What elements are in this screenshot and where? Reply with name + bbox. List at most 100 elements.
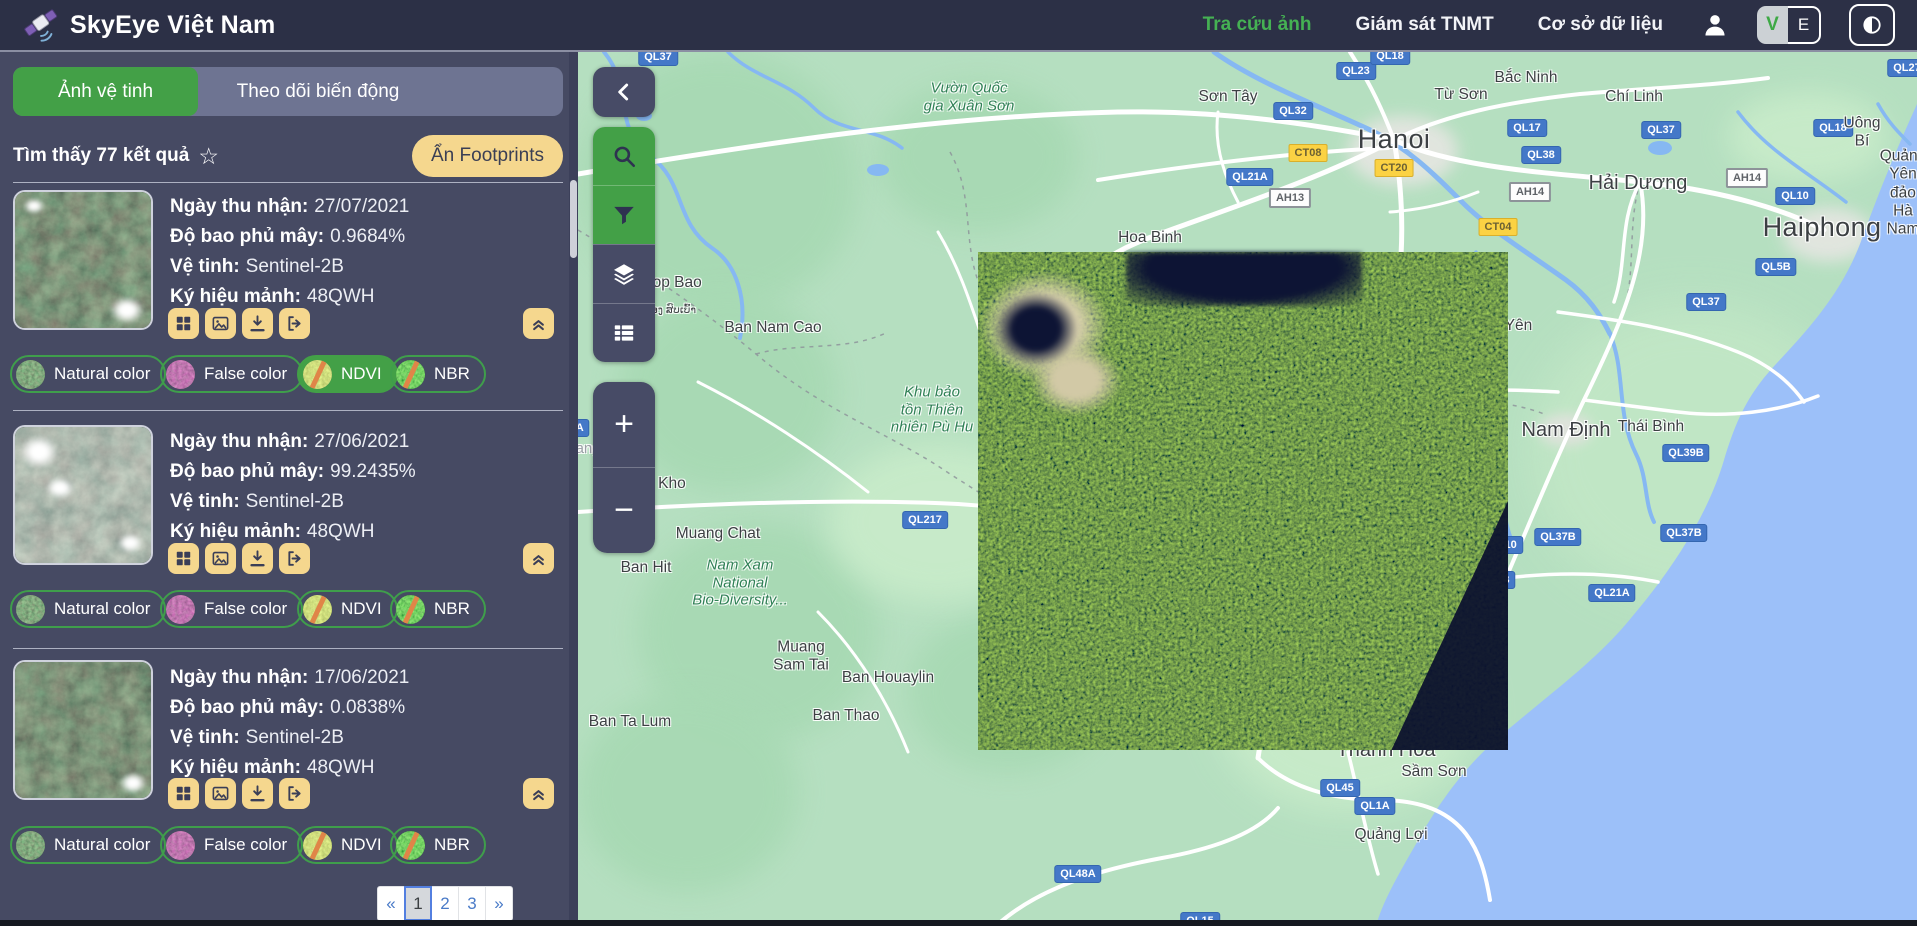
road-badge: QL45 (1320, 779, 1360, 797)
scene-thumbnail[interactable] (13, 660, 153, 800)
scene-thumbnail[interactable] (13, 190, 153, 330)
band-chip-false-color[interactable]: False color (160, 826, 303, 864)
band-preview-thumbnail (303, 831, 332, 860)
language-toggle[interactable]: V E (1757, 6, 1821, 44)
field-label: Ngày thu nhận: (170, 431, 308, 452)
road-badge: QL48A (1054, 865, 1101, 883)
field-label: Vệ tinh: (170, 256, 240, 277)
page-button-1[interactable]: 1 (404, 886, 432, 921)
band-chip-false-color[interactable]: False color (160, 590, 303, 628)
download-button[interactable] (242, 543, 273, 574)
road-badge: QL38 (1521, 146, 1561, 164)
image-button[interactable] (205, 308, 236, 339)
map-label: Hải Dương (1589, 172, 1688, 196)
grid-button[interactable] (168, 543, 199, 574)
band-chip-nbr[interactable]: NBR (390, 826, 486, 864)
collapse-panel-button[interactable] (593, 67, 655, 117)
page-button-3[interactable]: 3 (458, 886, 486, 921)
nav-link-2[interactable]: Cơ sở dữ liệu (1538, 14, 1663, 36)
navbar: SkyEye Việt Nam Tra cứu ảnhGiám sát TNMT… (0, 0, 1917, 52)
sidebar-scrollbar-thumb[interactable] (570, 180, 577, 258)
page-button-«[interactable]: « (377, 886, 405, 921)
band-chip-nbr[interactable]: NBR (390, 355, 486, 393)
band-chip-label: NDVI (341, 599, 382, 619)
road-badge: QL10 (1775, 187, 1815, 205)
band-preview-thumbnail (303, 360, 332, 389)
road-badge: QL5B (1755, 258, 1796, 276)
nav-link-1[interactable]: Giám sát TNMT (1355, 14, 1493, 36)
field-value: 48QWH (307, 757, 375, 778)
language-vi[interactable]: V (1757, 6, 1788, 44)
user-account-icon[interactable] (1701, 11, 1729, 39)
collapse-card-button[interactable] (523, 778, 554, 809)
main-nav: Tra cứu ảnh Giám sát TNMT Cơ sở dữ liệu (1203, 14, 1663, 36)
page-button-2[interactable]: 2 (431, 886, 459, 921)
field-label: Độ bao phủ mây: (170, 461, 324, 482)
road-badge: QL37 (638, 52, 678, 66)
map-label: Ban Thao (813, 707, 880, 725)
card-divider (13, 410, 563, 411)
page-button-»[interactable]: » (485, 886, 513, 921)
scene-thumbnail[interactable] (13, 425, 153, 565)
map-label: Quảng Lợi (1354, 826, 1427, 844)
search-button[interactable] (593, 127, 655, 185)
band-chip-false-color[interactable]: False color (160, 355, 303, 393)
ndvi-footprint-overlay (978, 252, 1508, 750)
export-button[interactable] (279, 543, 310, 574)
pagination: «123» (378, 886, 513, 921)
layers-button[interactable] (593, 244, 655, 303)
dark-mode-toggle[interactable] (1849, 4, 1895, 46)
band-chip-label: False color (204, 364, 287, 384)
band-chip-ndvi[interactable]: NDVI (297, 826, 398, 864)
band-chip-ndvi[interactable]: NDVI (297, 590, 398, 628)
collapse-card-button[interactable] (523, 543, 554, 574)
map-label: Bắc Ninh (1495, 69, 1558, 87)
field-value: Sentinel-2B (246, 491, 344, 512)
hide-footprints-button[interactable]: Ẩn Footprints (412, 135, 563, 177)
cloud-patch (109, 296, 145, 324)
cloud-patch (119, 772, 147, 794)
grid-button[interactable] (168, 308, 199, 339)
image-button[interactable] (205, 543, 236, 574)
field-value: 0.9684% (330, 226, 405, 247)
export-button[interactable] (279, 308, 310, 339)
map-label: Quảng Yên đảo Hà Nam (1880, 147, 1917, 238)
scene-metadata: Ngày thu nhận:27/06/2021Độ bao phủ mây:9… (170, 427, 560, 547)
collapse-card-button[interactable] (523, 308, 554, 339)
band-preview-thumbnail (16, 831, 45, 860)
language-en[interactable]: E (1788, 6, 1821, 44)
band-chip-natural-color[interactable]: Natural color (10, 355, 166, 393)
zoom-in-button[interactable]: + (593, 382, 655, 467)
filter-button[interactable] (593, 185, 655, 244)
band-chip-label: NBR (434, 364, 470, 384)
road-badge: QL37 (1641, 121, 1681, 139)
band-chip-label: False color (204, 599, 287, 619)
field-label: Ký hiệu mảnh: (170, 286, 301, 307)
band-chip-ndvi[interactable]: NDVI (297, 355, 398, 393)
map-label: Ban Hit (621, 559, 672, 577)
export-button[interactable] (279, 778, 310, 809)
field-value: 27/06/2021 (314, 431, 409, 452)
nav-link-0[interactable]: Tra cứu ảnh (1203, 14, 1312, 36)
road-badge: QL21A (578, 419, 590, 437)
scene-metadata: Ngày thu nhận:27/07/2021Độ bao phủ mây:0… (170, 192, 560, 312)
image-button[interactable] (205, 778, 236, 809)
road-badge: QL37 (1686, 293, 1726, 311)
map-label: Sơn Tây (1199, 88, 1258, 106)
field-value: 48QWH (307, 286, 375, 307)
map-toolbar (593, 127, 655, 362)
tab-change-monitoring[interactable]: Theo dõi biến động (198, 67, 438, 116)
band-chip-nbr[interactable]: NBR (390, 590, 486, 628)
results-list-button[interactable] (593, 303, 655, 362)
field-label: Ký hiệu mảnh: (170, 757, 301, 778)
road-badge: QL27 (1887, 59, 1917, 77)
download-button[interactable] (242, 778, 273, 809)
map-canvas[interactable]: QL37QL23QL18QL32CT08CT20QL21AAH13QL17QL3… (578, 52, 1917, 926)
tab-satellite-images[interactable]: Ảnh vệ tinh (13, 67, 198, 116)
grid-button[interactable] (168, 778, 199, 809)
band-chip-natural-color[interactable]: Natural color (10, 590, 166, 628)
band-chip-natural-color[interactable]: Natural color (10, 826, 166, 864)
download-button[interactable] (242, 308, 273, 339)
zoom-out-button[interactable]: − (593, 467, 655, 553)
star-icon[interactable]: ☆ (198, 145, 219, 168)
